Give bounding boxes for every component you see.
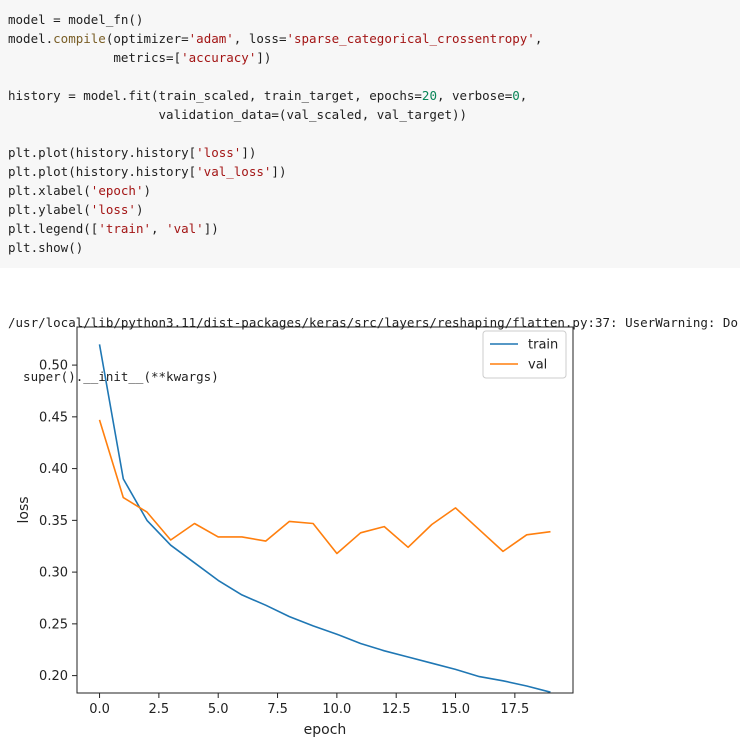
code-line-12: plt.legend(['train', 'val']): [8, 221, 219, 236]
code-line-5: history = model.fit(train_scaled, train_…: [8, 88, 528, 103]
x-tick-label: 7.5: [267, 702, 288, 717]
x-tick-label: 15.0: [441, 702, 470, 717]
legend: train val: [482, 330, 567, 379]
y-axis-label: loss: [16, 496, 32, 523]
y-tick-label: 0.30: [39, 566, 68, 581]
y-tick-label: 0.25: [39, 617, 68, 632]
x-tick-label: 17.5: [500, 702, 529, 717]
y-tick-label: 0.35: [39, 514, 68, 529]
code-line-9: plt.plot(history.history['val_loss']): [8, 164, 287, 179]
code-line-10: plt.xlabel('epoch'): [8, 183, 152, 198]
x-tick-label: 10.0: [322, 702, 351, 717]
code-line-2: model.compile(optimizer='adam', loss='sp…: [8, 31, 543, 46]
y-tick-label: 0.40: [39, 462, 68, 477]
code-line-8: plt.plot(history.history['loss']): [8, 145, 257, 160]
y-tick-label: 0.50: [39, 359, 68, 374]
x-tick-label: 0.0: [89, 702, 110, 717]
code-cell[interactable]: model = model_fn() model.compile(optimiz…: [0, 0, 740, 268]
code-line-6: validation_data=(val_scaled, val_target)…: [8, 107, 468, 122]
plot-frame: [76, 326, 574, 694]
series-line-val: [98, 419, 551, 555]
y-tick-label: 0.45: [39, 410, 68, 425]
code-line-11: plt.ylabel('loss'): [8, 202, 144, 217]
code-line-13: plt.show(): [8, 240, 84, 255]
x-tick-label: 5.0: [208, 702, 229, 717]
legend-label-train: train: [528, 338, 558, 353]
x-tick-label: 2.5: [149, 702, 170, 717]
x-tick-label: 12.5: [382, 702, 411, 717]
code-line-3: metrics=['accuracy']): [8, 50, 272, 65]
y-tick-label: 0.20: [39, 669, 68, 684]
x-axis-label: epoch: [304, 722, 347, 738]
code-line-1: model = model_fn(): [8, 12, 144, 27]
series-line-train: [98, 344, 551, 693]
legend-label-val: val: [528, 358, 547, 373]
loss-chart: 0.0 2.5 5.0 7.5 10.0 12.5 15.0 17.5 0.20 0.25 0.30…: [16, 326, 574, 738]
